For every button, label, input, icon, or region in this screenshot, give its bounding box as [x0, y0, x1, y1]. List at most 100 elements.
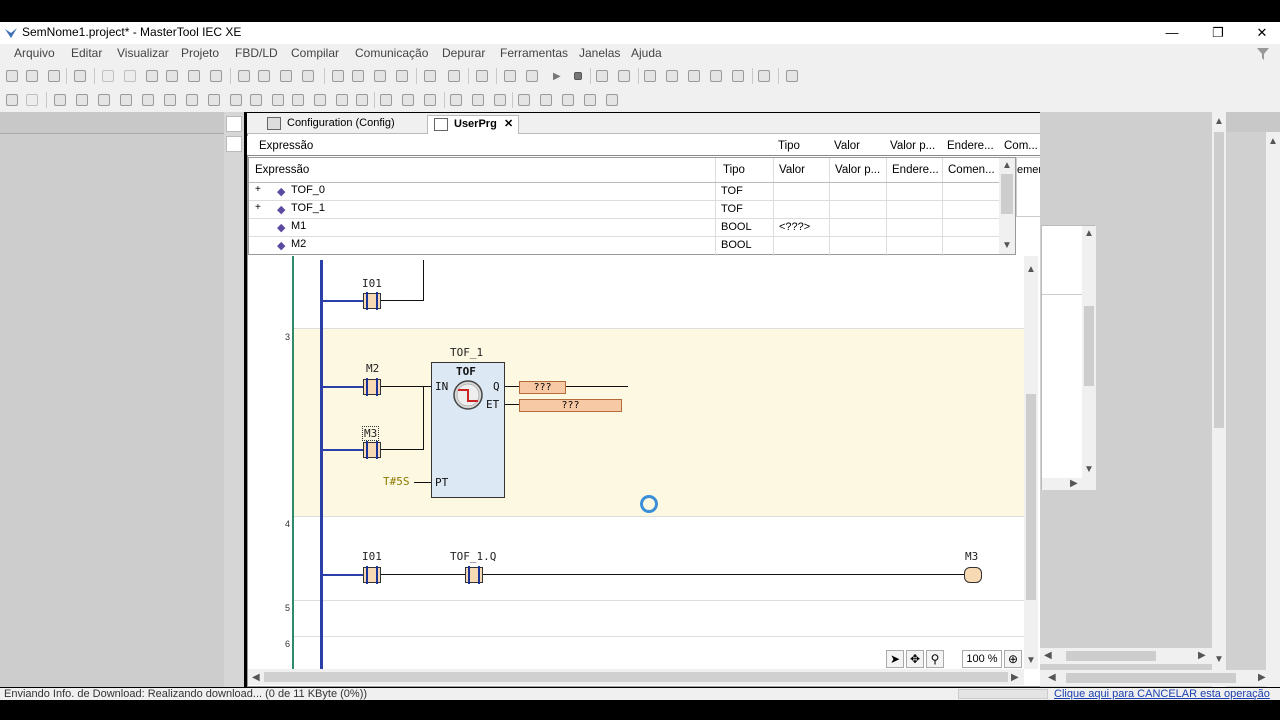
fb-instance-name[interactable]: TOF_1 — [450, 346, 483, 359]
ld-output-icon[interactable] — [356, 94, 368, 106]
redo-icon[interactable] — [124, 70, 136, 82]
ld-comment-icon[interactable] — [26, 94, 38, 106]
find-next-icon[interactable] — [302, 70, 314, 82]
find-all-icon[interactable] — [280, 70, 292, 82]
props-scroll-down-icon[interactable]: ▼ — [1084, 464, 1094, 475]
bookmark-next-icon[interactable] — [374, 70, 386, 82]
rung4-contact2-label[interactable]: TOF_1.Q — [450, 550, 496, 563]
ld-parallel-branch-icon[interactable] — [584, 94, 596, 106]
ld-branch-start-icon[interactable] — [562, 94, 574, 106]
col-valor-preparado[interactable]: Valor p... — [835, 164, 880, 176]
ld-neg-contact-icon[interactable] — [76, 94, 88, 106]
menu-ferramentas[interactable]: Ferramentas — [500, 46, 568, 60]
col-expressao-outer[interactable]: Expressão — [259, 140, 313, 152]
reset-icon[interactable] — [596, 70, 608, 82]
ld-jump-icon[interactable] — [380, 94, 392, 106]
find-icon[interactable] — [238, 70, 250, 82]
br-scroll-right-icon[interactable]: ▶ — [1258, 672, 1266, 683]
zoom-select-icon[interactable]: ⊕ — [1004, 650, 1022, 668]
col-endereco-outer[interactable]: Endere... — [947, 140, 994, 152]
col-endereco[interactable]: Endere... — [892, 164, 939, 176]
bookmark-icon[interactable] — [332, 70, 344, 82]
tof-function-block[interactable]: TOF IN PT Q ET — [431, 362, 505, 498]
stop-icon[interactable] — [574, 72, 582, 80]
ld-contact-left-icon[interactable] — [164, 94, 176, 106]
menu-comunicacao[interactable]: Comunicação — [355, 46, 428, 60]
ld-set-reset-icon[interactable] — [494, 94, 506, 106]
replace-icon[interactable] — [258, 70, 270, 82]
ld-edge-icon[interactable] — [472, 94, 484, 106]
cancel-operation-link[interactable]: Clique aqui para CANCELAR esta operação — [1054, 688, 1270, 700]
right-hscroll[interactable]: ◀ ▶ — [1040, 648, 1212, 664]
rung4-coil[interactable] — [964, 567, 982, 583]
ld-branch-end-icon[interactable] — [540, 94, 552, 106]
new-icon[interactable] — [6, 70, 18, 82]
rung4-coil-label[interactable]: M3 — [965, 550, 978, 563]
ld-box-icon[interactable] — [292, 94, 304, 106]
rung4-contact2[interactable] — [465, 566, 483, 584]
tab-userprg[interactable]: UserPrg ✕ — [427, 115, 519, 134]
scroll-down-icon[interactable]: ▼ — [1002, 240, 1012, 251]
step-over-icon[interactable] — [666, 70, 678, 82]
ld-contact-right-icon[interactable] — [142, 94, 154, 106]
goto-icon[interactable] — [758, 70, 770, 82]
ld-return-icon[interactable] — [424, 94, 436, 106]
ld-rising-icon[interactable] — [186, 94, 198, 106]
cut-icon[interactable] — [146, 70, 158, 82]
et-output-box[interactable]: ??? — [519, 399, 622, 412]
rung4-contact1-label[interactable]: I01 — [362, 550, 382, 563]
br-scroll-left-icon[interactable]: ◀ — [1048, 672, 1056, 683]
rung3-contact2-label[interactable]: M3 — [362, 426, 380, 441]
menu-ajuda[interactable]: Ajuda — [631, 46, 662, 60]
minimize-button[interactable]: — — [1150, 22, 1194, 44]
cycle-icon[interactable] — [618, 70, 630, 82]
run-to-cursor-icon[interactable] — [732, 70, 744, 82]
paste-icon[interactable] — [188, 70, 200, 82]
props-scroll-up-icon[interactable]: ▲ — [1084, 228, 1094, 239]
rung3-contact2[interactable] — [363, 441, 381, 459]
menu-fbd-ld[interactable]: FBD/LD — [235, 46, 278, 60]
start-icon[interactable]: ▶ — [553, 71, 561, 82]
scroll-up-icon[interactable]: ▲ — [1002, 160, 1012, 171]
restore-button[interactable]: ❐ — [1196, 22, 1240, 44]
ld-input-icon[interactable] — [336, 94, 348, 106]
ld-label-icon[interactable] — [402, 94, 414, 106]
rung4-contact1[interactable] — [363, 566, 381, 584]
ld-box-en-icon[interactable] — [314, 94, 326, 106]
menu-depurar[interactable]: Depurar — [442, 46, 485, 60]
col-valor[interactable]: Valor — [779, 164, 805, 176]
step-out-icon[interactable] — [710, 70, 722, 82]
login-icon[interactable] — [476, 70, 488, 82]
row-value[interactable]: <???> — [779, 221, 810, 233]
breakpoint-icon[interactable] — [644, 70, 656, 82]
ladder-horizontal-scrollbar[interactable]: ◀ ▶ — [248, 669, 1024, 685]
q-output-box[interactable]: ??? — [519, 381, 566, 394]
ld-reset-coil-icon[interactable] — [272, 94, 284, 106]
online-icon[interactable] — [504, 70, 516, 82]
ladder-editor[interactable]: I01 3 M2 M3 TOF_1 TOF IN PT Q ET T#5S ??… — [248, 256, 1024, 669]
zoom-tool-icon[interactable]: ⚲ — [926, 650, 944, 668]
pointer-tool-icon[interactable]: ➤ — [886, 650, 904, 668]
expander-icon[interactable]: + — [255, 184, 261, 195]
menu-janelas[interactable]: Janelas — [579, 46, 620, 60]
outer-scroll-up-icon[interactable]: ▲ — [1268, 136, 1278, 147]
ld-connect-icon[interactable] — [606, 94, 618, 106]
ld-parallel-neg-icon[interactable] — [120, 94, 132, 106]
ld-falling-icon[interactable] — [208, 94, 220, 106]
menu-projeto[interactable]: Projeto — [181, 46, 219, 60]
pan-tool-icon[interactable]: ✥ — [906, 650, 924, 668]
pt-value-label[interactable]: T#5S — [383, 475, 410, 488]
right-scroll-left-icon[interactable]: ◀ — [1044, 650, 1052, 661]
filter-icon[interactable] — [1256, 47, 1270, 61]
far-right-scroll-down-icon[interactable]: ▼ — [1214, 654, 1224, 665]
ladder-scroll-up-icon[interactable]: ▲ — [1026, 264, 1036, 275]
menu-editar[interactable]: Editar — [71, 46, 102, 60]
close-tab-icon[interactable]: ✕ — [504, 116, 513, 133]
col-valor-preparado-outer[interactable]: Valor p... — [890, 140, 935, 152]
delete-icon[interactable] — [210, 70, 222, 82]
ladder-scroll-left-icon[interactable]: ◀ — [252, 672, 260, 683]
col-comentario-outer[interactable]: Com... — [1004, 140, 1038, 152]
close-panel-icon[interactable] — [226, 136, 242, 152]
ld-set-coil-icon[interactable] — [250, 94, 262, 106]
zoom-level[interactable]: 100 % — [962, 650, 1002, 668]
